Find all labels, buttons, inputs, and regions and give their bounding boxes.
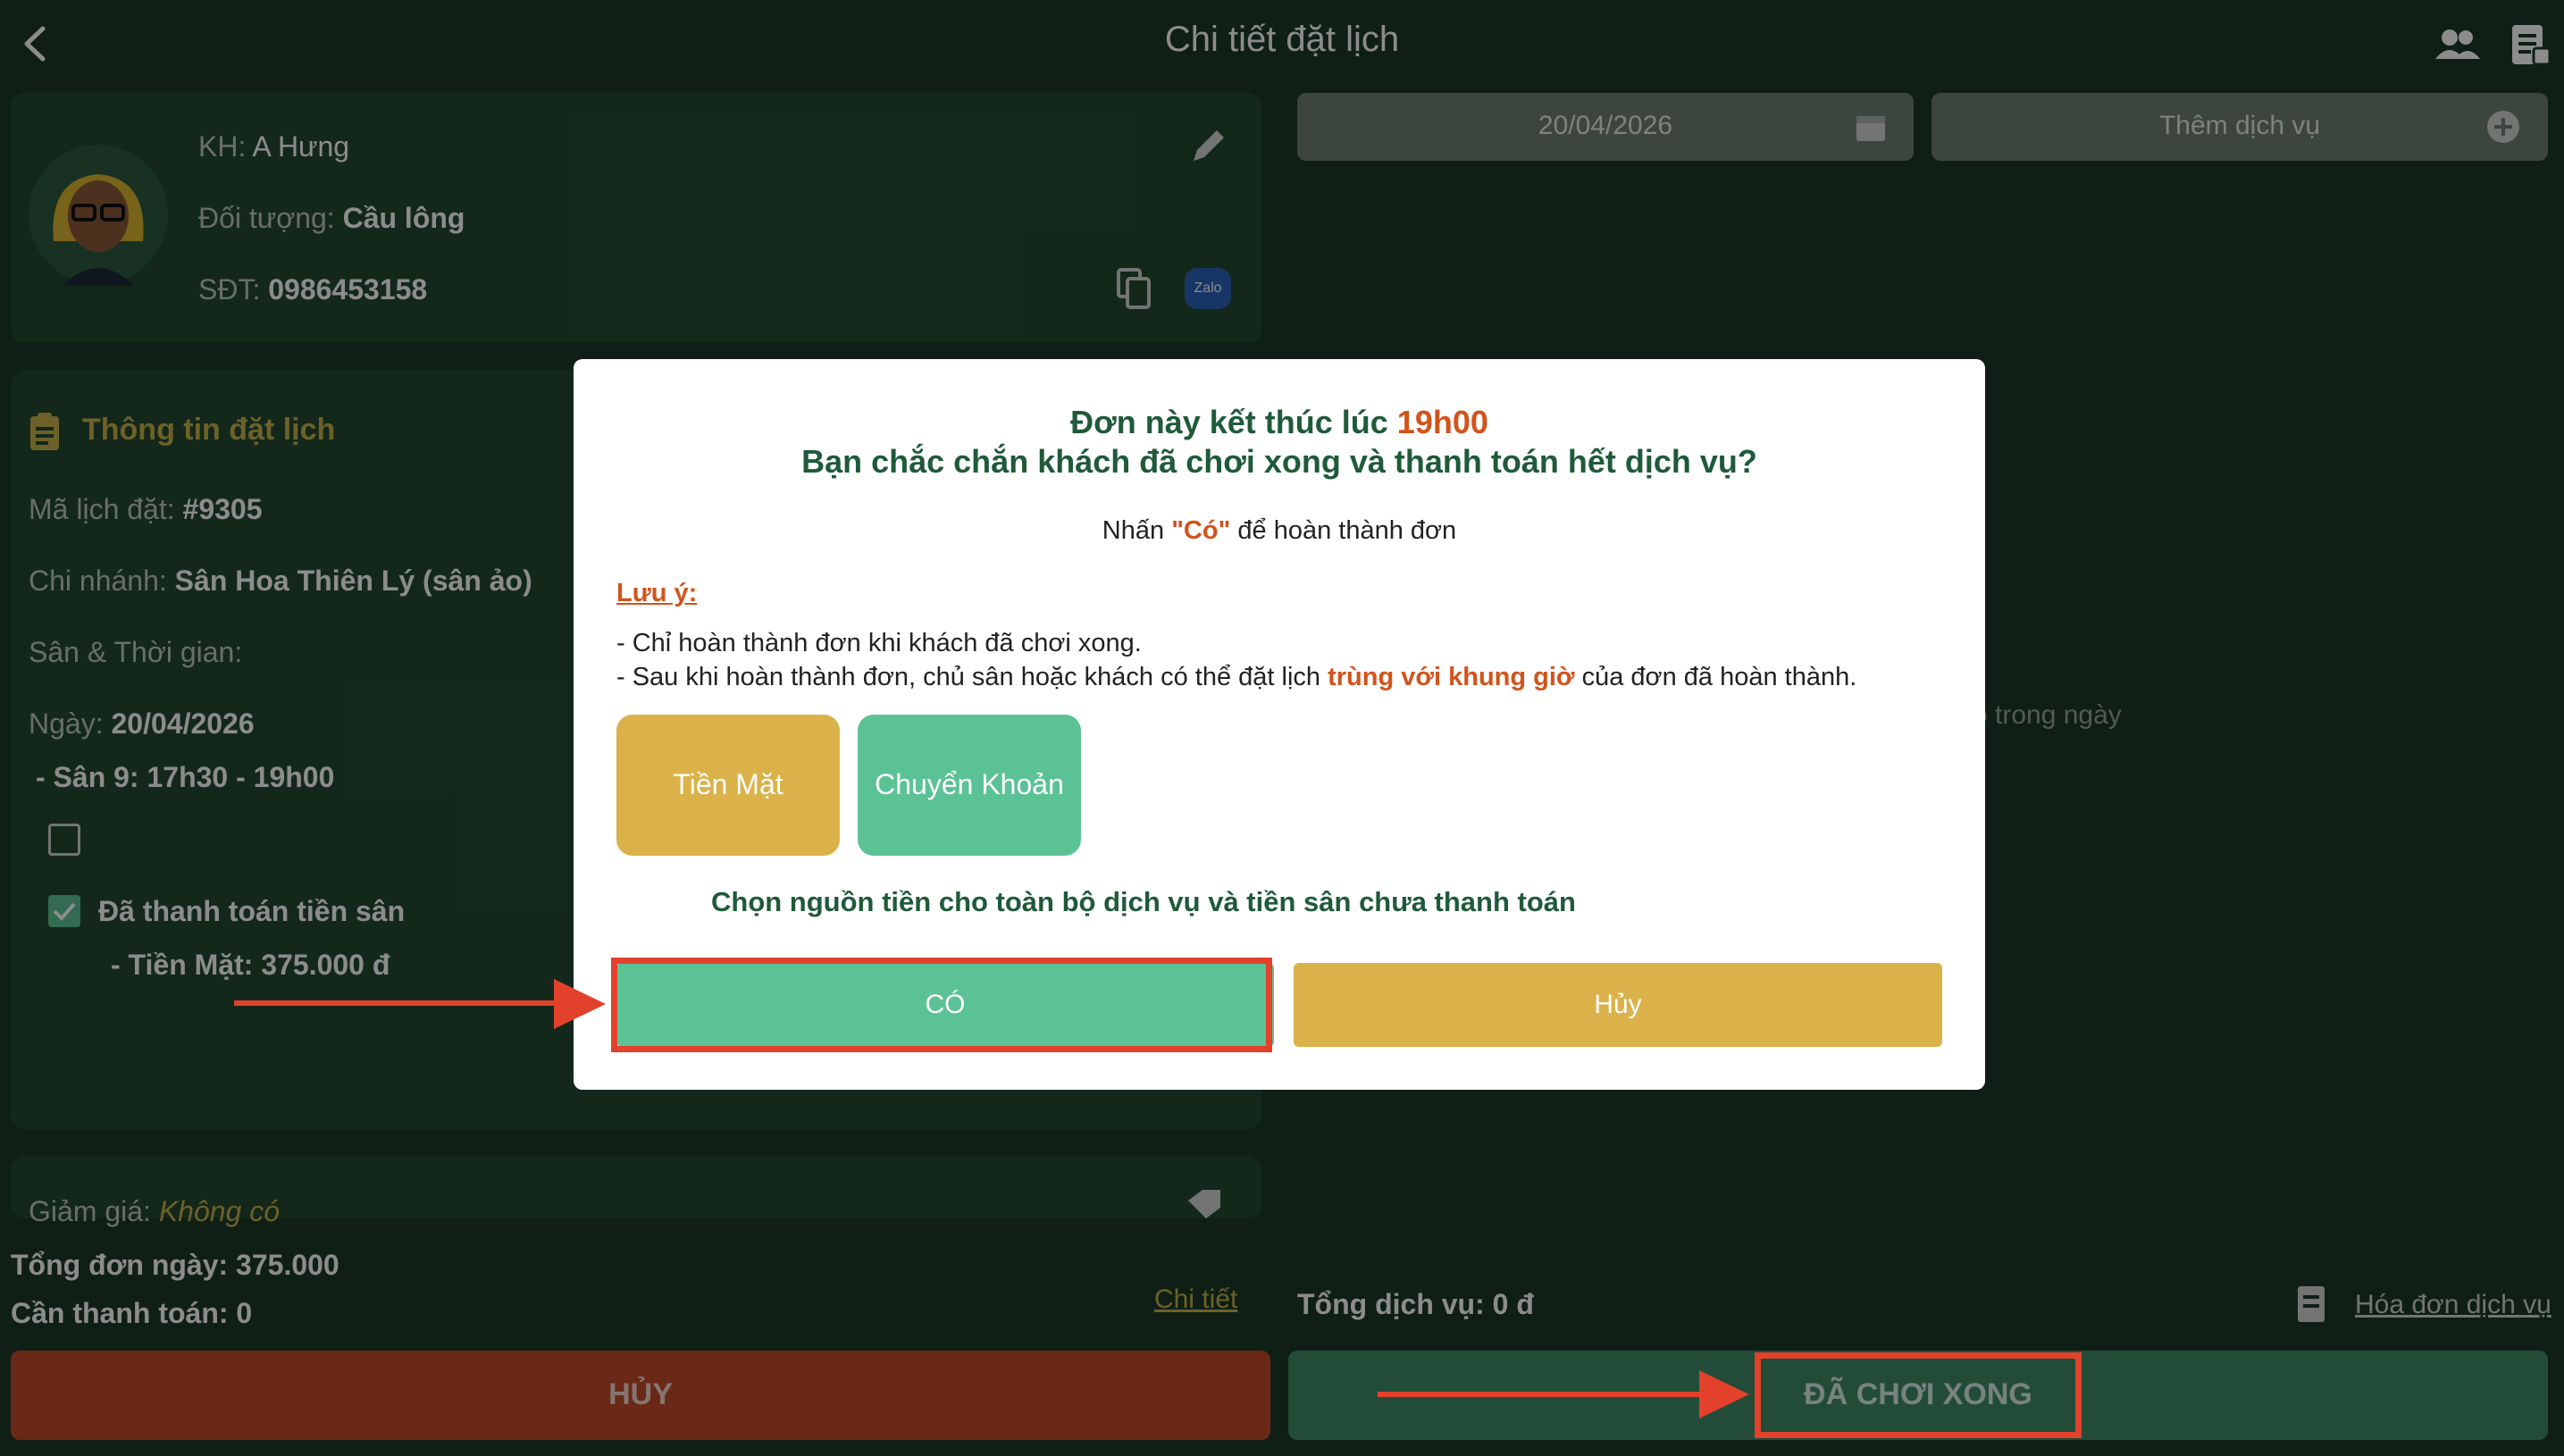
yes-highlight-box (611, 958, 1272, 1052)
transfer-label: Chuyển Khoản (875, 768, 1064, 800)
arrow-head-right-icon (1699, 1370, 1749, 1418)
cash-button[interactable]: Tiền Mặt (616, 715, 840, 856)
arrow-head-right-icon (554, 979, 606, 1029)
dialog-cancel-button[interactable]: Hủy (1294, 963, 1942, 1047)
arrow-to-yes (234, 1000, 565, 1006)
note-line-2: - Sau khi hoàn thành đơn, chủ sân hoặc k… (616, 663, 1857, 691)
note-line-1: - Chỉ hoàn thành đơn khi khách đã chơi x… (616, 629, 1142, 657)
dialog-title-line1: Đơn này kết thúc lúc 19h00 (1070, 404, 1488, 440)
transfer-button[interactable]: Chuyển Khoản (858, 715, 1081, 856)
choose-source-text: Chọn nguồn tiền cho toàn bộ dịch vụ và t… (711, 886, 1576, 917)
press-instruction: Nhấn "Có" để hoàn thành đơn (1102, 516, 1457, 545)
dialog-cancel-label: Hủy (1594, 990, 1642, 1019)
cash-label: Tiền Mặt (673, 768, 783, 800)
note-label: Lưu ý: (616, 579, 698, 607)
arrow-to-finished (1378, 1392, 1708, 1397)
dialog-title-line2: Bạn chắc chắn khách đã chơi xong và than… (801, 443, 1757, 480)
finished-highlight-box (1755, 1352, 2082, 1438)
